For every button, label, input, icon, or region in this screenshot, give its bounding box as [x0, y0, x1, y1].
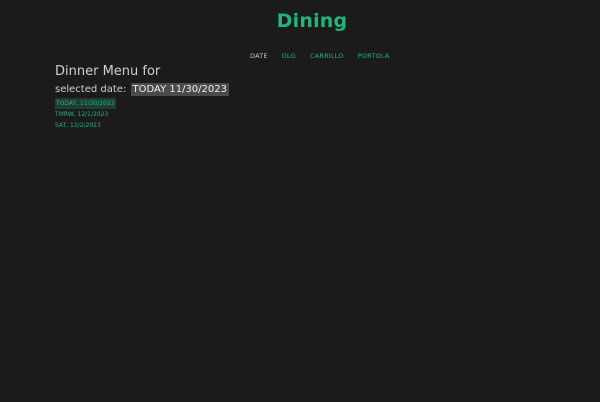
date-option-tmrw[interactable]: TMRW, 12/1/2023 [55, 109, 116, 120]
page-title: Dining [276, 10, 348, 32]
selected-date-value: TODAY 11/30/2023 [130, 83, 229, 96]
nav-item-portola[interactable]: PORTOLA [358, 52, 390, 60]
date-option-sat[interactable]: SAT, 12/2/2023 [55, 120, 116, 131]
menu-heading: Dinner Menu for [55, 64, 161, 79]
page: Dining DATE DLG CARRILLO PORTOLA Dinner … [0, 0, 600, 402]
date-option-today[interactable]: TODAY, 11/30/2023 [55, 98, 116, 109]
top-nav: DATE DLG CARRILLO PORTOLA [250, 52, 403, 60]
selected-date-label: selected date: [55, 84, 127, 95]
selected-date-line: selected date: TODAY 11/30/2023 [55, 83, 229, 96]
nav-item-carrillo[interactable]: CARRILLO [310, 52, 344, 60]
date-options-list: TODAY, 11/30/2023 TMRW, 12/1/2023 SAT, 1… [55, 98, 116, 131]
nav-item-dlg[interactable]: DLG [282, 52, 296, 60]
nav-item-date[interactable]: DATE [250, 52, 268, 60]
